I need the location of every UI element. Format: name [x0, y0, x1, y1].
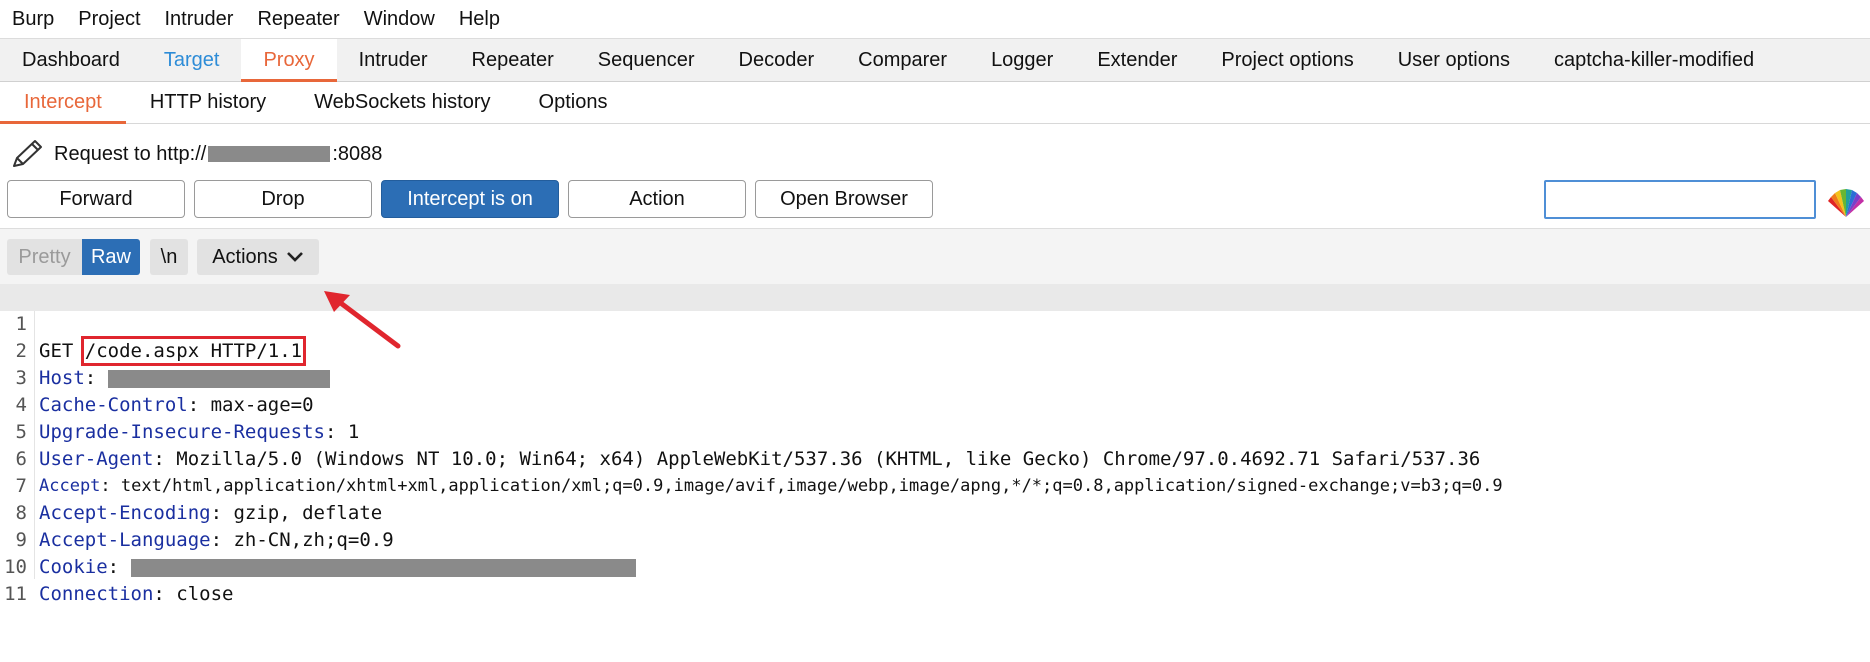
- intercept-toolbar: Forward Drop Intercept is on Action Open…: [7, 180, 942, 220]
- tab-proxy[interactable]: Proxy: [241, 39, 337, 82]
- actions-label: Actions: [212, 245, 278, 268]
- request-url-suffix: :8088: [332, 142, 383, 165]
- menu-burp[interactable]: Burp: [0, 0, 66, 38]
- pretty-view-button[interactable]: Pretty: [7, 239, 82, 275]
- tab-repeater[interactable]: Repeater: [450, 39, 576, 81]
- menu-project[interactable]: Project: [66, 0, 152, 38]
- newline-toggle-button[interactable]: \n: [150, 239, 188, 275]
- code-line: 6 Accept: text/html,application/xhtml+xm…: [0, 419, 1870, 496]
- code-line: 7 Accept-Encoding: gzip, deflate: [0, 446, 1870, 524]
- tab-logger[interactable]: Logger: [969, 39, 1075, 81]
- code-line: 5 User-Agent: Mozilla/5.0 (Windows NT 10…: [0, 392, 1870, 470]
- code-line: 11: [0, 554, 1870, 605]
- pencil-icon: [13, 140, 42, 167]
- line-number: 11: [4, 583, 27, 605]
- code-line: 3 Cache-Control: max-age=0: [0, 338, 1870, 416]
- tab-dashboard[interactable]: Dashboard: [0, 39, 142, 81]
- header-name: Connection: [39, 583, 154, 605]
- menu-repeater[interactable]: Repeater: [245, 0, 351, 38]
- tab-captcha-killer[interactable]: captcha-killer-modified: [1532, 39, 1776, 81]
- code-line: 1 GET /code.aspx HTTP/1.1: [0, 284, 1870, 366]
- subtab-options[interactable]: Options: [515, 82, 632, 123]
- main-tab-bar: Dashboard Target Proxy Intruder Repeater…: [0, 38, 1870, 82]
- tab-project-options[interactable]: Project options: [1199, 39, 1375, 81]
- burp-colorwheel-icon: [1828, 189, 1864, 217]
- annotation-arrow-icon: [324, 291, 401, 349]
- action-button[interactable]: Action: [568, 180, 746, 218]
- request-info: Request to http:// :8088: [10, 138, 382, 170]
- drop-button[interactable]: Drop: [194, 180, 372, 218]
- header-value: close: [176, 583, 234, 605]
- search-input[interactable]: [1544, 180, 1816, 219]
- menu-help[interactable]: Help: [447, 0, 512, 38]
- tab-sequencer[interactable]: Sequencer: [576, 39, 717, 81]
- intercept-toggle-button[interactable]: Intercept is on: [381, 180, 559, 218]
- subtab-intercept[interactable]: Intercept: [0, 82, 126, 124]
- menu-window[interactable]: Window: [352, 0, 447, 38]
- tab-decoder[interactable]: Decoder: [717, 39, 837, 81]
- code-line: 2 Host:: [0, 311, 1870, 389]
- message-editor-toolbar: Pretty Raw \n Actions: [0, 228, 1870, 284]
- code-line: 4 Upgrade-Insecure-Requests: 1: [0, 365, 1870, 443]
- tab-comparer[interactable]: Comparer: [836, 39, 969, 81]
- proxy-sub-tab-bar: Intercept HTTP history WebSockets histor…: [0, 82, 1870, 124]
- menu-bar: Burp Project Intruder Repeater Window He…: [0, 0, 1870, 38]
- menu-intruder[interactable]: Intruder: [153, 0, 246, 38]
- request-editor[interactable]: 1 GET /code.aspx HTTP/1.1 2 Host: 3 Cach…: [0, 284, 1870, 605]
- subtab-http-history[interactable]: HTTP history: [126, 82, 290, 123]
- tab-extender[interactable]: Extender: [1075, 39, 1199, 81]
- raw-view-button[interactable]: Raw: [82, 239, 140, 275]
- forward-button[interactable]: Forward: [7, 180, 185, 218]
- code-line: 9 Cookie:: [0, 500, 1870, 578]
- open-browser-button[interactable]: Open Browser: [755, 180, 933, 218]
- tab-target[interactable]: Target: [142, 39, 242, 81]
- code-line: 10 Connection: close: [0, 527, 1870, 605]
- code-line: 8 Accept-Language: zh-CN,zh;q=0.9: [0, 473, 1870, 551]
- redacted-host: [208, 146, 331, 162]
- actions-dropdown[interactable]: Actions: [197, 239, 319, 275]
- chevron-down-icon: [286, 252, 303, 262]
- request-url-prefix: Request to http://: [54, 142, 207, 165]
- tab-user-options[interactable]: User options: [1376, 39, 1532, 81]
- subtab-websockets-history[interactable]: WebSockets history: [290, 82, 514, 123]
- tab-intruder[interactable]: Intruder: [337, 39, 450, 81]
